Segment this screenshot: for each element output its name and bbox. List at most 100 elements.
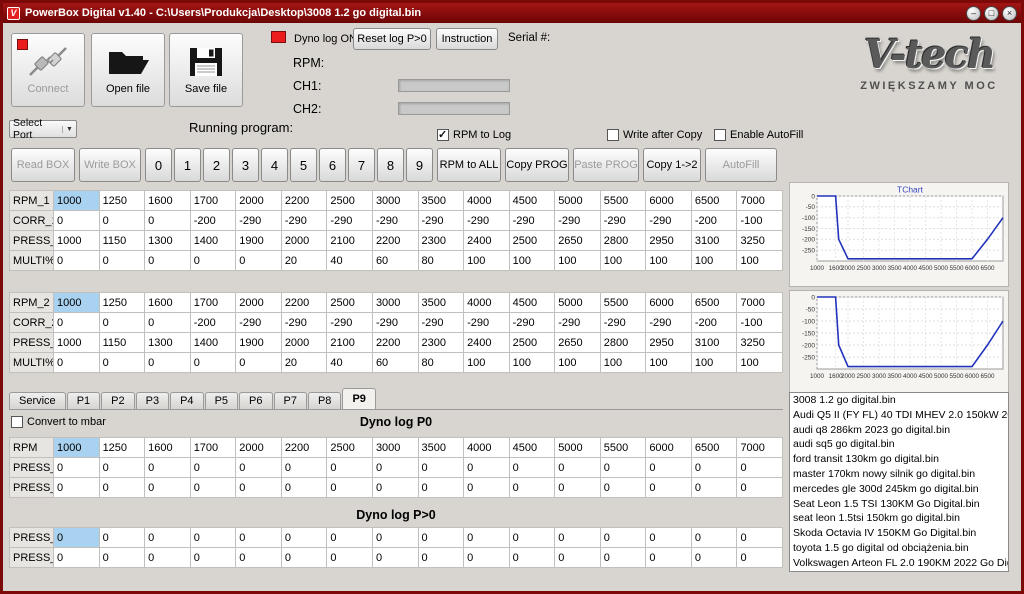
grid-cell[interactable]: -100 xyxy=(737,211,783,231)
grid-cell[interactable]: 0 xyxy=(600,548,646,568)
file-item[interactable]: 3008 1.2 go digital.bin xyxy=(790,393,1008,408)
grid-cell[interactable]: 4500 xyxy=(509,293,555,313)
grid-cell[interactable]: 1000 xyxy=(54,333,100,353)
digit-button[interactable]: 4 xyxy=(261,148,288,182)
grid-cell[interactable]: 0 xyxy=(145,548,191,568)
grid-cell[interactable]: 7000 xyxy=(737,191,783,211)
tab[interactable]: P7 xyxy=(274,392,307,409)
digit-button[interactable]: 8 xyxy=(377,148,404,182)
grid-cell[interactable]: 2000 xyxy=(236,191,282,211)
grid-cell[interactable]: 1150 xyxy=(99,333,145,353)
grid-cell[interactable]: 3100 xyxy=(691,333,737,353)
grid-cell[interactable]: 6500 xyxy=(691,438,737,458)
grid-cell[interactable]: 3250 xyxy=(737,333,783,353)
grid-cell[interactable]: 0 xyxy=(555,458,601,478)
grid-cell[interactable]: 0 xyxy=(145,251,191,271)
dyno-log-button[interactable]: Dyno log ON xyxy=(294,33,357,45)
write-after-copy-checkbox[interactable]: Write after Copy xyxy=(607,129,702,141)
maximize-button[interactable]: □ xyxy=(984,6,999,21)
file-item[interactable]: ford transit 130km go digital.bin xyxy=(790,452,1008,467)
grid-cell[interactable]: 0 xyxy=(99,353,145,373)
grid-cell[interactable]: 100 xyxy=(691,251,737,271)
grid-cell[interactable]: 1300 xyxy=(145,231,191,251)
grid-cell[interactable]: 1900 xyxy=(236,333,282,353)
file-item[interactable]: master 170km nowy silnik go digital.bin xyxy=(790,467,1008,482)
paste-prog-button[interactable]: Paste PROG xyxy=(573,148,639,182)
grid-cell[interactable]: 0 xyxy=(418,528,464,548)
tab[interactable]: P6 xyxy=(239,392,272,409)
grid-cell[interactable]: 1700 xyxy=(190,293,236,313)
grid-cell[interactable]: 0 xyxy=(99,478,145,498)
grid-cell[interactable]: 3500 xyxy=(418,293,464,313)
file-item[interactable]: Volkswagen Arteon FL 2.0 190KM 2022 Go D… xyxy=(790,556,1008,571)
grid-cell[interactable]: 3100 xyxy=(691,231,737,251)
instruction-button[interactable]: Instruction xyxy=(436,28,498,50)
file-item[interactable]: toyota 1.5 go digital od obciążenia.bin xyxy=(790,541,1008,556)
read-box-button[interactable]: Read BOX xyxy=(11,148,75,182)
grid-cell[interactable]: 60 xyxy=(372,251,418,271)
tab[interactable]: P3 xyxy=(136,392,169,409)
tab[interactable]: P8 xyxy=(308,392,341,409)
autofill-button[interactable]: AutoFill xyxy=(705,148,777,182)
grid-cell[interactable]: 40 xyxy=(327,251,373,271)
grid-cell[interactable]: 0 xyxy=(54,211,100,231)
grid-cell[interactable]: 2650 xyxy=(555,333,601,353)
grid-cell[interactable]: 0 xyxy=(737,478,783,498)
digit-button[interactable]: 9 xyxy=(406,148,433,182)
file-item[interactable]: audi sq5 go digital.bin xyxy=(790,437,1008,452)
grid-cell[interactable]: 0 xyxy=(99,458,145,478)
grid-cell[interactable]: 0 xyxy=(691,478,737,498)
grid-cell[interactable]: 0 xyxy=(464,458,510,478)
grid-cell[interactable]: -290 xyxy=(600,313,646,333)
grid-cell[interactable]: 2200 xyxy=(281,438,327,458)
digit-button[interactable]: 6 xyxy=(319,148,346,182)
grid-cell[interactable]: 2200 xyxy=(372,231,418,251)
grid-cell[interactable]: 2000 xyxy=(281,333,327,353)
grid-cell[interactable]: 5000 xyxy=(555,438,601,458)
selected-cell[interactable]: 1000 xyxy=(54,191,100,211)
grid-cell[interactable]: 100 xyxy=(691,353,737,373)
grid-cell[interactable]: 2500 xyxy=(509,333,555,353)
grid-cell[interactable]: 2500 xyxy=(327,191,373,211)
grid-cell[interactable]: 0 xyxy=(600,528,646,548)
write-box-button[interactable]: Write BOX xyxy=(79,148,141,182)
grid-cell[interactable]: 0 xyxy=(190,478,236,498)
grid-cell[interactable]: 4000 xyxy=(464,438,510,458)
tab[interactable]: P5 xyxy=(205,392,238,409)
digit-button[interactable]: 7 xyxy=(348,148,375,182)
grid-cell[interactable]: 0 xyxy=(54,313,100,333)
grid-cell[interactable]: 0 xyxy=(236,528,282,548)
grid-cell[interactable]: 2200 xyxy=(281,191,327,211)
grid-cell[interactable]: -290 xyxy=(372,211,418,231)
titlebar[interactable]: V PowerBox Digital v1.40 - C:\Users\Prod… xyxy=(3,3,1021,23)
grid-cell[interactable]: 0 xyxy=(600,458,646,478)
grid-cell[interactable]: 1700 xyxy=(190,438,236,458)
file-item[interactable]: Skoda Octavia IV 150KM Go Digital.bin xyxy=(790,526,1008,541)
grid-cell[interactable]: 100 xyxy=(646,353,692,373)
grid-cell[interactable]: 0 xyxy=(145,313,191,333)
grid-cell[interactable]: 0 xyxy=(464,478,510,498)
grid-cell[interactable]: 1700 xyxy=(190,191,236,211)
grid-cell[interactable]: 0 xyxy=(236,548,282,568)
grid-cell[interactable]: 3000 xyxy=(372,191,418,211)
grid-cell[interactable]: 60 xyxy=(372,353,418,373)
grid-cell[interactable]: 0 xyxy=(54,353,100,373)
tab[interactable]: Service xyxy=(9,392,66,409)
grid-cell[interactable]: 2000 xyxy=(281,231,327,251)
tab[interactable]: P4 xyxy=(170,392,203,409)
grid-cell[interactable]: -290 xyxy=(509,211,555,231)
grid-cell[interactable]: 2500 xyxy=(509,231,555,251)
grid-cell[interactable]: 100 xyxy=(600,251,646,271)
grid-cell[interactable]: 0 xyxy=(327,548,373,568)
grid-cell[interactable]: 0 xyxy=(281,478,327,498)
grid-cell[interactable]: 0 xyxy=(327,458,373,478)
tab[interactable]: P1 xyxy=(67,392,100,409)
grid-cell[interactable]: -290 xyxy=(555,211,601,231)
grid-cell[interactable]: 2100 xyxy=(327,333,373,353)
grid-cell[interactable]: 1250 xyxy=(99,191,145,211)
grid-cell[interactable]: 1600 xyxy=(145,293,191,313)
minimize-button[interactable]: – xyxy=(966,6,981,21)
grid-cell[interactable]: 4000 xyxy=(464,293,510,313)
selected-cell[interactable]: 1000 xyxy=(54,293,100,313)
grid-cell[interactable]: 100 xyxy=(737,251,783,271)
